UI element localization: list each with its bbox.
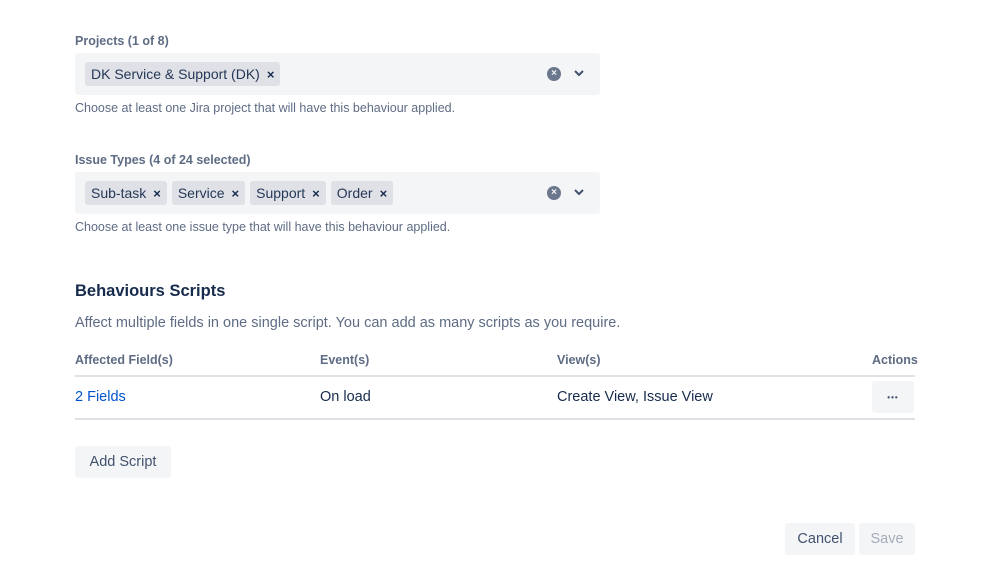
issue-types-label: Issue Types (4 of 24 selected)	[75, 153, 251, 167]
tag-label: Sub-task	[91, 185, 147, 201]
table-row-divider	[75, 418, 915, 420]
clear-icon[interactable]: ×	[547, 67, 561, 81]
tag-label: Support	[256, 185, 306, 201]
chevron-down-icon[interactable]	[571, 184, 587, 200]
issue-type-tag: Support ×	[250, 181, 326, 205]
tag-label: DK Service & Support (DK)	[91, 66, 260, 82]
events-cell: On load	[320, 389, 371, 405]
column-header-events: Event(s)	[320, 353, 370, 367]
tag-label: Service	[177, 185, 225, 201]
table-header-divider	[75, 375, 915, 377]
affected-fields-link[interactable]: 2 Fields	[75, 389, 126, 405]
more-icon: •••	[887, 392, 899, 402]
tag-remove-icon[interactable]: ×	[380, 187, 388, 200]
projects-help-text: Choose at least one Jira project that wi…	[75, 101, 456, 115]
issue-types-help-text: Choose at least one issue type that will…	[75, 220, 451, 234]
projects-label: Projects (1 of 8)	[75, 34, 169, 48]
issue-type-tag: Service ×	[171, 181, 246, 205]
column-header-views: View(s)	[557, 353, 601, 367]
tag-remove-icon[interactable]: ×	[267, 68, 275, 81]
column-header-actions: Actions	[872, 353, 918, 367]
tag-remove-icon[interactable]: ×	[312, 187, 320, 200]
issue-type-tag: Sub-task ×	[85, 181, 167, 205]
section-title: Behaviours Scripts	[75, 282, 226, 300]
add-script-button[interactable]: Add Script	[75, 446, 171, 478]
column-header-affected-fields: Affected Field(s)	[75, 353, 173, 367]
projects-select[interactable]: DK Service & Support (DK) × ×	[75, 53, 600, 95]
tag-remove-icon[interactable]: ×	[153, 187, 161, 200]
section-description: Affect multiple fields in one single scr…	[75, 315, 621, 331]
issue-types-select[interactable]: Sub-task × Service × Support × Order × ×	[75, 172, 600, 214]
chevron-down-icon[interactable]	[571, 65, 587, 81]
more-actions-button[interactable]: •••	[872, 381, 914, 413]
views-cell: Create View, Issue View	[557, 389, 713, 405]
tag-label: Order	[336, 185, 373, 201]
issue-type-tag: Order ×	[330, 181, 394, 205]
clear-icon[interactable]: ×	[547, 186, 561, 200]
cancel-button[interactable]: Cancel	[785, 523, 855, 555]
tag-remove-icon[interactable]: ×	[232, 187, 240, 200]
project-tag: DK Service & Support (DK) ×	[85, 62, 281, 86]
save-button[interactable]: Save	[859, 523, 915, 555]
